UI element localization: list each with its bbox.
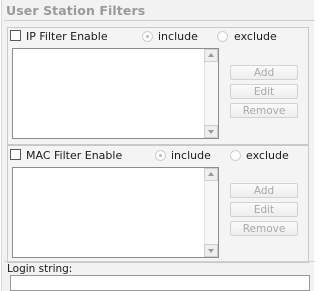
ip-add-button[interactable]: Add xyxy=(230,65,298,80)
ip-exclude-radio[interactable] xyxy=(217,31,228,42)
mac-exclude-radio[interactable] xyxy=(230,150,241,161)
mac-exclude-label: exclude xyxy=(246,149,289,162)
mac-edit-button[interactable]: Edit xyxy=(230,202,298,217)
mac-include-radio[interactable] xyxy=(155,150,166,161)
ip-list-scroll-down-button[interactable] xyxy=(204,125,218,138)
login-divider xyxy=(4,261,315,262)
ip-list-scroll-up-button[interactable] xyxy=(204,49,218,62)
mac-include-label: include xyxy=(171,149,211,162)
arrow-up-icon xyxy=(208,53,214,57)
section-title: User Station Filters xyxy=(6,3,146,18)
mac-address-list[interactable] xyxy=(12,167,219,258)
ip-remove-button[interactable]: Remove xyxy=(230,103,298,118)
mac-filter-enable-label: MAC Filter Enable xyxy=(26,149,123,162)
ip-include-radio[interactable] xyxy=(142,31,153,42)
mac-list-scroll-up-button[interactable] xyxy=(204,168,218,181)
user-station-filters-panel: User Station Filters IP Filter Enable in… xyxy=(1,0,315,291)
mac-list-scroll-down-button[interactable] xyxy=(204,244,218,257)
title-divider xyxy=(4,20,315,21)
ip-filter-enable-label: IP Filter Enable xyxy=(26,30,108,43)
arrow-up-icon xyxy=(208,172,214,176)
login-string-label: Login string: xyxy=(7,263,73,275)
login-string-input[interactable] xyxy=(10,275,310,291)
ip-filter-enable-checkbox[interactable] xyxy=(10,30,21,41)
mac-remove-button[interactable]: Remove xyxy=(230,221,298,236)
mac-add-button[interactable]: Add xyxy=(230,183,298,198)
arrow-down-icon xyxy=(208,249,214,253)
mac-filter-enable-checkbox[interactable] xyxy=(10,149,21,160)
ip-edit-button[interactable]: Edit xyxy=(230,84,298,99)
ip-exclude-label: exclude xyxy=(234,30,277,43)
arrow-down-icon xyxy=(208,130,214,134)
ip-address-list[interactable] xyxy=(12,48,219,139)
ip-include-label: include xyxy=(158,30,198,43)
